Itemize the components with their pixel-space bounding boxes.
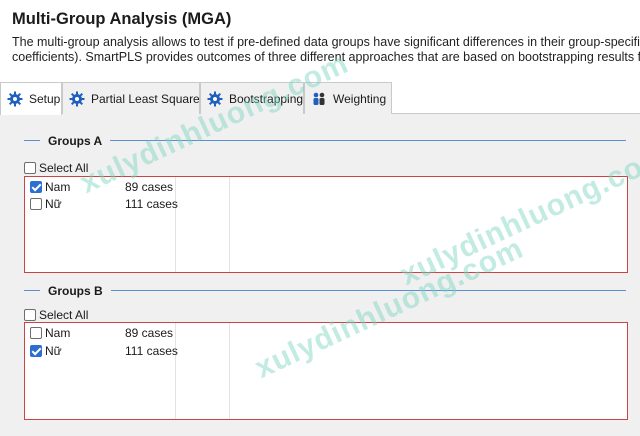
groups-a-title: Groups A (40, 134, 111, 148)
groups-b-select-all[interactable]: Select All (24, 308, 88, 322)
group-name: Nữ (45, 197, 62, 211)
group-cases: 89 cases (125, 180, 174, 194)
description-line-1: The multi-group analysis allows to test … (12, 35, 640, 49)
people-icon (311, 91, 327, 107)
groups-b-nam-checkbox[interactable] (30, 327, 45, 342)
groups-a-select-all[interactable]: Select All (24, 161, 88, 175)
tab-partial-least-squares[interactable]: Partial Least Squares (62, 82, 206, 114)
tab-weighting-label: Weighting (333, 91, 387, 106)
tab-bar: Setup Partial Least Squares Bootstrappin… (0, 82, 640, 115)
tab-setup-label: Setup (29, 92, 61, 106)
groups-a-nu-checkbox[interactable] (30, 198, 45, 213)
group-name: Nam (45, 180, 71, 194)
groups-a-divider (24, 140, 626, 141)
gear-icon (7, 91, 23, 107)
groups-a-list[interactable]: Nam 89 cases Nữ 111 cases (24, 176, 628, 273)
setup-panel: Groups A Select All Nam 89 cases Nữ 111 … (0, 114, 640, 436)
groups-b-select-all-checkbox[interactable] (24, 309, 36, 321)
groups-b-nu-checkbox[interactable] (30, 345, 45, 360)
groups-b-list[interactable]: Nam 89 cases Nữ 111 cases (24, 322, 628, 420)
gear-icon (207, 91, 223, 107)
group-name: Nam (45, 326, 71, 340)
group-cases: 111 cases (125, 344, 178, 358)
page-title: Multi-Group Analysis (MGA) (12, 10, 232, 28)
groups-a-select-all-label: Select All (39, 161, 89, 175)
group-cases: 111 cases (125, 197, 178, 211)
tab-bootstrapping[interactable]: Bootstrapping (200, 82, 304, 114)
list-item[interactable]: Nữ 111 cases (25, 343, 627, 360)
groups-b-title: Groups B (40, 284, 111, 298)
list-item[interactable]: Nữ 111 cases (25, 196, 627, 213)
groups-a-select-all-checkbox[interactable] (24, 162, 36, 174)
page-description: The multi-group analysis allows to test … (12, 35, 640, 65)
gear-icon (69, 91, 85, 107)
page-header: Multi-Group Analysis (MGA) The multi-gro… (0, 0, 640, 80)
list-item[interactable]: Nam 89 cases (25, 179, 627, 196)
tab-bootstrapping-label: Bootstrapping (229, 91, 304, 106)
group-name: Nữ (45, 344, 62, 358)
tab-weighting[interactable]: Weighting (304, 82, 392, 114)
list-item[interactable]: Nam 89 cases (25, 325, 627, 342)
tab-setup[interactable]: Setup (0, 82, 62, 115)
group-cases: 89 cases (125, 326, 174, 340)
groups-a-nam-checkbox[interactable] (30, 181, 45, 196)
groups-b-divider (24, 290, 626, 291)
description-line-2: coefficients). SmartPLS provides outcome… (12, 50, 640, 64)
groups-b-select-all-label: Select All (39, 308, 89, 322)
tab-partial-least-squares-label: Partial Least Squares (91, 91, 206, 106)
